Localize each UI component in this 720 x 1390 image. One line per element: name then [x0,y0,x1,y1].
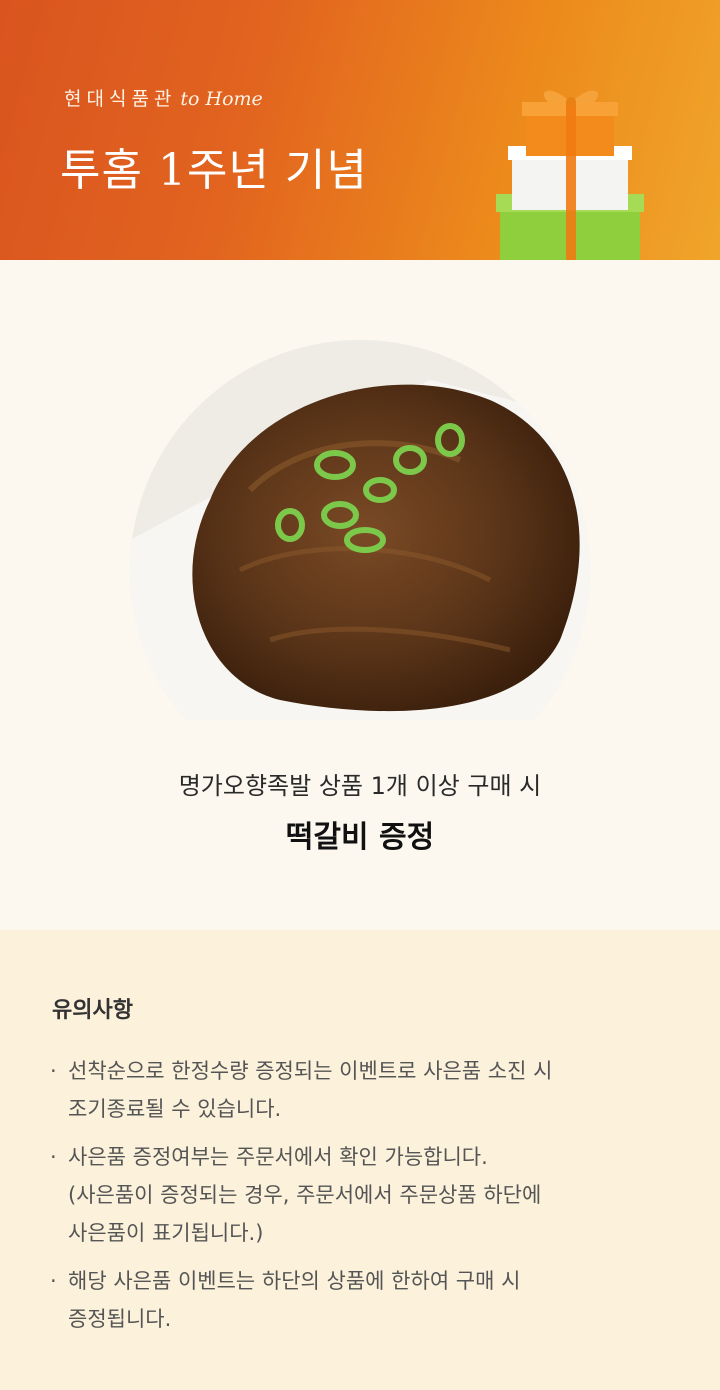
notice-list: 선착순으로 한정수량 증정되는 이벤트로 사은품 소진 시 조기종료될 수 있습… [50,1052,680,1348]
offer-title: 떡갈비 증정 [285,820,435,855]
notice-line: 증정됩니다. [68,1307,172,1331]
notice-item: 사은품 증정여부는 주문서에서 확인 가능합니다. (사은품이 증정되는 경우,… [50,1138,680,1252]
banner-headline: 투홈 1주년 기념 [60,145,368,196]
offer-condition: 명가오향족발 상품 1개 이상 구매 시 [178,772,542,800]
notice-line: (사은품이 증정되는 경우, 주문서에서 주문상품 하단에 [68,1183,542,1207]
brand-logo: 현대식품관 to Home [64,84,263,111]
notice-item: 해당 사은품 이벤트는 하단의 상품에 한하여 구매 시 증정됩니다. [50,1262,680,1338]
brand-name: 현대식품관 [64,88,177,110]
notice-line: 선착순으로 한정수량 증정되는 이벤트로 사은품 소진 시 [68,1059,553,1083]
notice-item: 선착순으로 한정수량 증정되는 이벤트로 사은품 소진 시 조기종료될 수 있습… [50,1052,680,1128]
gift-boxes-icon [496,90,646,280]
notice-line: 조기종료될 수 있습니다. [68,1097,282,1121]
notice-title: 유의사항 [52,998,133,1023]
notice-line: 사은품이 표기됩니다.) [68,1221,264,1245]
notice-line: 사은품 증정여부는 주문서에서 확인 가능합니다. [68,1145,488,1169]
brand-script: to Home [180,88,263,110]
notice-line: 해당 사은품 이벤트는 하단의 상품에 한하여 구매 시 [68,1269,521,1293]
